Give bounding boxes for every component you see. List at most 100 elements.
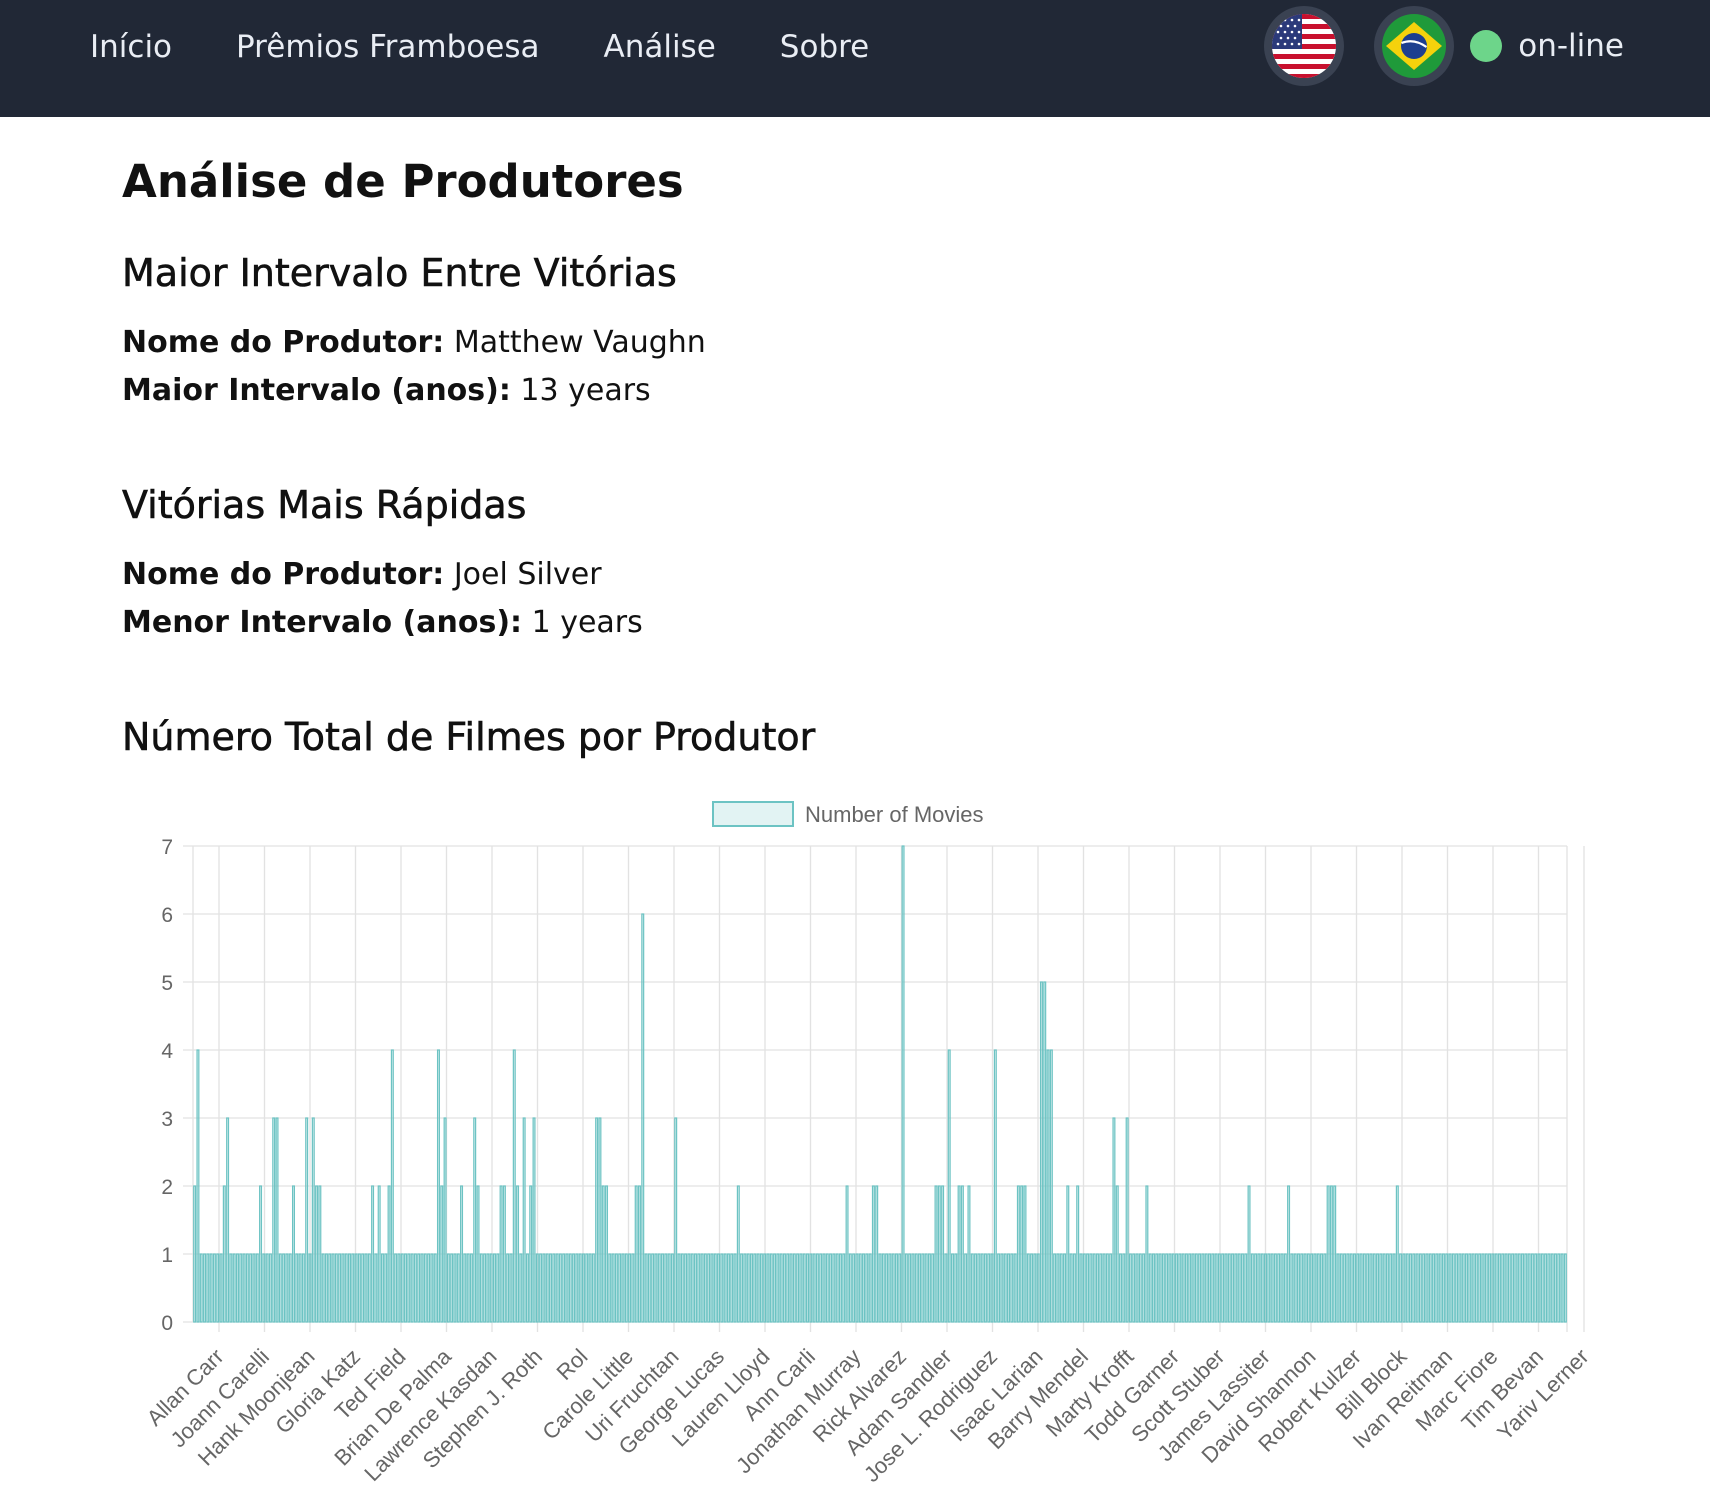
bar: [572, 1253, 576, 1323]
bar: [1316, 1253, 1320, 1323]
bar: [1336, 1253, 1340, 1323]
bar: [1346, 1253, 1350, 1323]
bar: [1148, 1253, 1152, 1323]
bar: [799, 1253, 803, 1323]
bar: [1438, 1253, 1442, 1323]
bar: [1119, 1253, 1123, 1323]
bar: [390, 1049, 394, 1323]
bar: [670, 1253, 674, 1323]
legend-swatch: [712, 801, 794, 827]
bar: [397, 1253, 401, 1323]
bar: [904, 1253, 908, 1323]
bar: [763, 1253, 767, 1323]
min-interval-heading: Vitórias Mais Rápidas: [122, 483, 527, 527]
bar: [1072, 1253, 1076, 1323]
bar: [717, 1253, 721, 1323]
bar: [1494, 1253, 1498, 1323]
bar: [588, 1253, 592, 1323]
language-pt-button[interactable]: [1374, 6, 1455, 86]
bar: [1145, 1185, 1149, 1323]
bar: [1534, 1253, 1538, 1323]
bar: [730, 1253, 734, 1323]
bar: [766, 1253, 770, 1323]
bar: [199, 1253, 203, 1323]
bar: [891, 1253, 895, 1323]
bar: [950, 1253, 954, 1323]
bar: [1389, 1253, 1393, 1323]
bar: [1461, 1253, 1465, 1323]
bar: [1171, 1253, 1175, 1323]
bar: [1349, 1253, 1353, 1323]
bar: [232, 1253, 236, 1323]
main-content: Análise de Produtores Maior Intervalo En…: [122, 117, 1592, 758]
bar: [1408, 1253, 1412, 1323]
bar: [568, 1253, 572, 1323]
bar: [782, 1253, 786, 1323]
bar: [525, 1253, 529, 1323]
bar: [918, 1253, 922, 1323]
bar: [987, 1253, 991, 1323]
bar: [726, 1253, 730, 1323]
bar: [1540, 1253, 1544, 1323]
bar: [492, 1253, 496, 1323]
chart-container: 0 1 2 3 4 5 6 7 Allan Carr Joann Carelli Hank Moon…: [115, 792, 1595, 1500]
bar: [1379, 1253, 1383, 1323]
bar: [868, 1253, 872, 1323]
bar: [1221, 1253, 1225, 1323]
bar: [295, 1253, 299, 1323]
bar: [690, 1253, 694, 1323]
bar: [404, 1253, 408, 1323]
bar: [259, 1185, 263, 1323]
bar: [1310, 1253, 1314, 1323]
bar: [967, 1185, 971, 1323]
bar: [677, 1253, 681, 1323]
bar: [1240, 1253, 1244, 1323]
bar: [1142, 1253, 1146, 1323]
bar: [674, 1117, 678, 1323]
bar: [661, 1253, 665, 1323]
bar: [519, 1253, 523, 1323]
bar: [1030, 1253, 1034, 1323]
bar: [1076, 1185, 1080, 1323]
bar: [898, 1253, 902, 1323]
nav-link-premios[interactable]: Prêmios Framboesa: [236, 29, 539, 65]
bar: [407, 1253, 411, 1323]
bar: [1165, 1253, 1169, 1323]
nav-link-inicio[interactable]: Início: [90, 29, 172, 65]
max-interval-producer-row: Nome do Produtor: Matthew Vaughn: [122, 319, 706, 367]
bar: [371, 1185, 375, 1323]
bar: [829, 1253, 833, 1323]
bar: [1488, 1253, 1492, 1323]
nav-link-sobre[interactable]: Sobre: [780, 29, 869, 65]
bar: [703, 1253, 707, 1323]
bar: [476, 1185, 480, 1323]
bar: [634, 1185, 638, 1323]
bar: [664, 1253, 668, 1323]
bar: [377, 1185, 381, 1323]
bar: [235, 1253, 239, 1323]
bar: [1273, 1253, 1277, 1323]
min-interval-value-row: Menor Intervalo (anos): 1 years: [122, 599, 643, 647]
bar: [558, 1253, 562, 1323]
bar: [947, 1049, 951, 1323]
bar: [1175, 1253, 1179, 1323]
bar: [1211, 1253, 1215, 1323]
bar: [1287, 1185, 1291, 1323]
bar: [516, 1185, 520, 1323]
bar: [489, 1253, 493, 1323]
language-en-button[interactable]: [1264, 6, 1345, 86]
bar: [657, 1253, 661, 1323]
bar: [862, 1253, 866, 1323]
bar: [1132, 1253, 1136, 1323]
bar: [832, 1253, 836, 1323]
bar: [1260, 1253, 1264, 1323]
y-tick-label: 2: [161, 1176, 173, 1199]
bar: [466, 1253, 470, 1323]
bar: [1036, 1253, 1040, 1323]
bar: [1372, 1253, 1376, 1323]
nav-link-analise[interactable]: Análise: [603, 29, 715, 65]
bar: [1069, 1253, 1073, 1323]
bar: [855, 1253, 859, 1323]
bar: [229, 1253, 233, 1323]
bar: [749, 1253, 754, 1323]
